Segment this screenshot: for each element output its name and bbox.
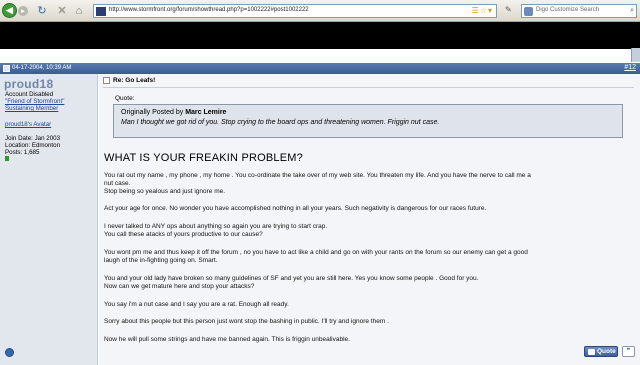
report-post-icon[interactable] — [5, 348, 14, 357]
post-content: Re: Go Leafs! Quote: Originally Posted b… — [99, 74, 640, 365]
post-line: Act your age for once. No wonder you hav… — [104, 205, 487, 212]
membership-link[interactable]: Sustaining Member — [5, 105, 58, 112]
quote-bubble-icon — [588, 349, 595, 355]
post-number-link[interactable]: #12 — [624, 64, 636, 71]
quote-label: Quote: — [115, 95, 135, 102]
online-status-icon — [5, 156, 9, 161]
url-text[interactable]: http://www.stormfront.org/forum/showthre… — [109, 7, 309, 13]
post-line: You call these atacks of yours productiv… — [104, 231, 263, 238]
post-line: Now can we get mature here and stop your… — [104, 283, 255, 290]
back-button[interactable]: ◀ — [2, 3, 17, 18]
post-line: You and your old lady have broken so man… — [104, 275, 479, 282]
post-line: laugh of the in-fighting going on. Smart… — [104, 257, 218, 264]
addon-icon[interactable]: ✎ — [505, 5, 512, 14]
post-line: I never talked to ANY ops about anything… — [104, 223, 328, 230]
site-favicon-icon — [96, 7, 106, 16]
quote-author: Marc Lemire — [185, 109, 227, 116]
post-line: Stop being so yealous and just ignore me… — [104, 188, 226, 195]
join-date: Join Date: Jan 2003 — [5, 135, 61, 142]
search-field[interactable]: Digo Customize Search ⌕ — [521, 4, 637, 18]
quote-prefix: Originally Posted by — [121, 109, 186, 116]
post-line: You wont pm me and thus keep it off the … — [104, 249, 528, 256]
quote-box: Originally Posted by Marc Lemire Man I t… — [113, 104, 623, 138]
post-line: Now he will pull some strings and have m… — [104, 336, 350, 343]
post-status-icon — [3, 65, 10, 72]
forward-button[interactable]: ▸ — [18, 6, 28, 16]
user-info-panel: proud18 Account Disabled "Friend of Stor… — [0, 74, 98, 365]
search-placeholder[interactable]: Digo Customize Search — [536, 7, 599, 13]
reload-icon[interactable]: ↻ — [35, 4, 49, 18]
multiquote-icon[interactable]: ❞ — [622, 346, 635, 357]
post-date: 04-17-2004, 10:39 AM — [12, 65, 72, 71]
user-location: Location: Edmonton — [5, 142, 61, 149]
post-line: nut case. — [104, 180, 131, 187]
divider — [103, 87, 634, 88]
post-headline: WHAT IS YOUR FREAKIN PROBLEM? — [104, 152, 303, 164]
post-line: Sorry about this people but this person … — [104, 318, 389, 325]
quote-button-label: Quote — [597, 348, 616, 355]
quote-text: Man I thought we got rid of you. Stop cr… — [121, 119, 440, 126]
home-icon[interactable]: ⌂ — [72, 4, 86, 18]
scroll-strip — [631, 48, 640, 62]
post-title-icon — [103, 77, 110, 84]
post-line: You rat out my name , my phone , my home… — [104, 172, 531, 179]
post-header-bar: 04-17-2004, 10:39 AM #12 — [0, 63, 640, 74]
browser-toolbar: ◀ ▸ ↻ ✕ ⌂ http://www.stormfront.org/foru… — [0, 0, 640, 22]
post-title: Re: Go Leafs! — [113, 77, 156, 84]
user-title-link[interactable]: "Friend of Stormfront" — [5, 98, 64, 105]
post-line: You say i'm a nut case and I say you are… — [104, 301, 289, 308]
account-status: Account Disabled — [5, 91, 54, 98]
rss-star-icons[interactable]: ☰☆▾ — [472, 6, 493, 15]
stop-icon[interactable]: ✕ — [55, 4, 69, 18]
redacted-banner — [0, 22, 640, 49]
username[interactable]: proud18 — [4, 77, 53, 91]
address-bar[interactable]: http://www.stormfront.org/forum/showthre… — [93, 4, 497, 18]
avatar-link[interactable]: proud18's Avatar — [5, 121, 51, 128]
search-icon[interactable]: ⌕ — [630, 7, 634, 15]
search-engine-icon[interactable] — [524, 7, 533, 16]
quote-attribution: Originally Posted by Marc Lemire — [121, 109, 226, 116]
quote-button[interactable]: Quote — [584, 346, 618, 357]
post-count: Posts: 1,685 — [5, 149, 40, 156]
